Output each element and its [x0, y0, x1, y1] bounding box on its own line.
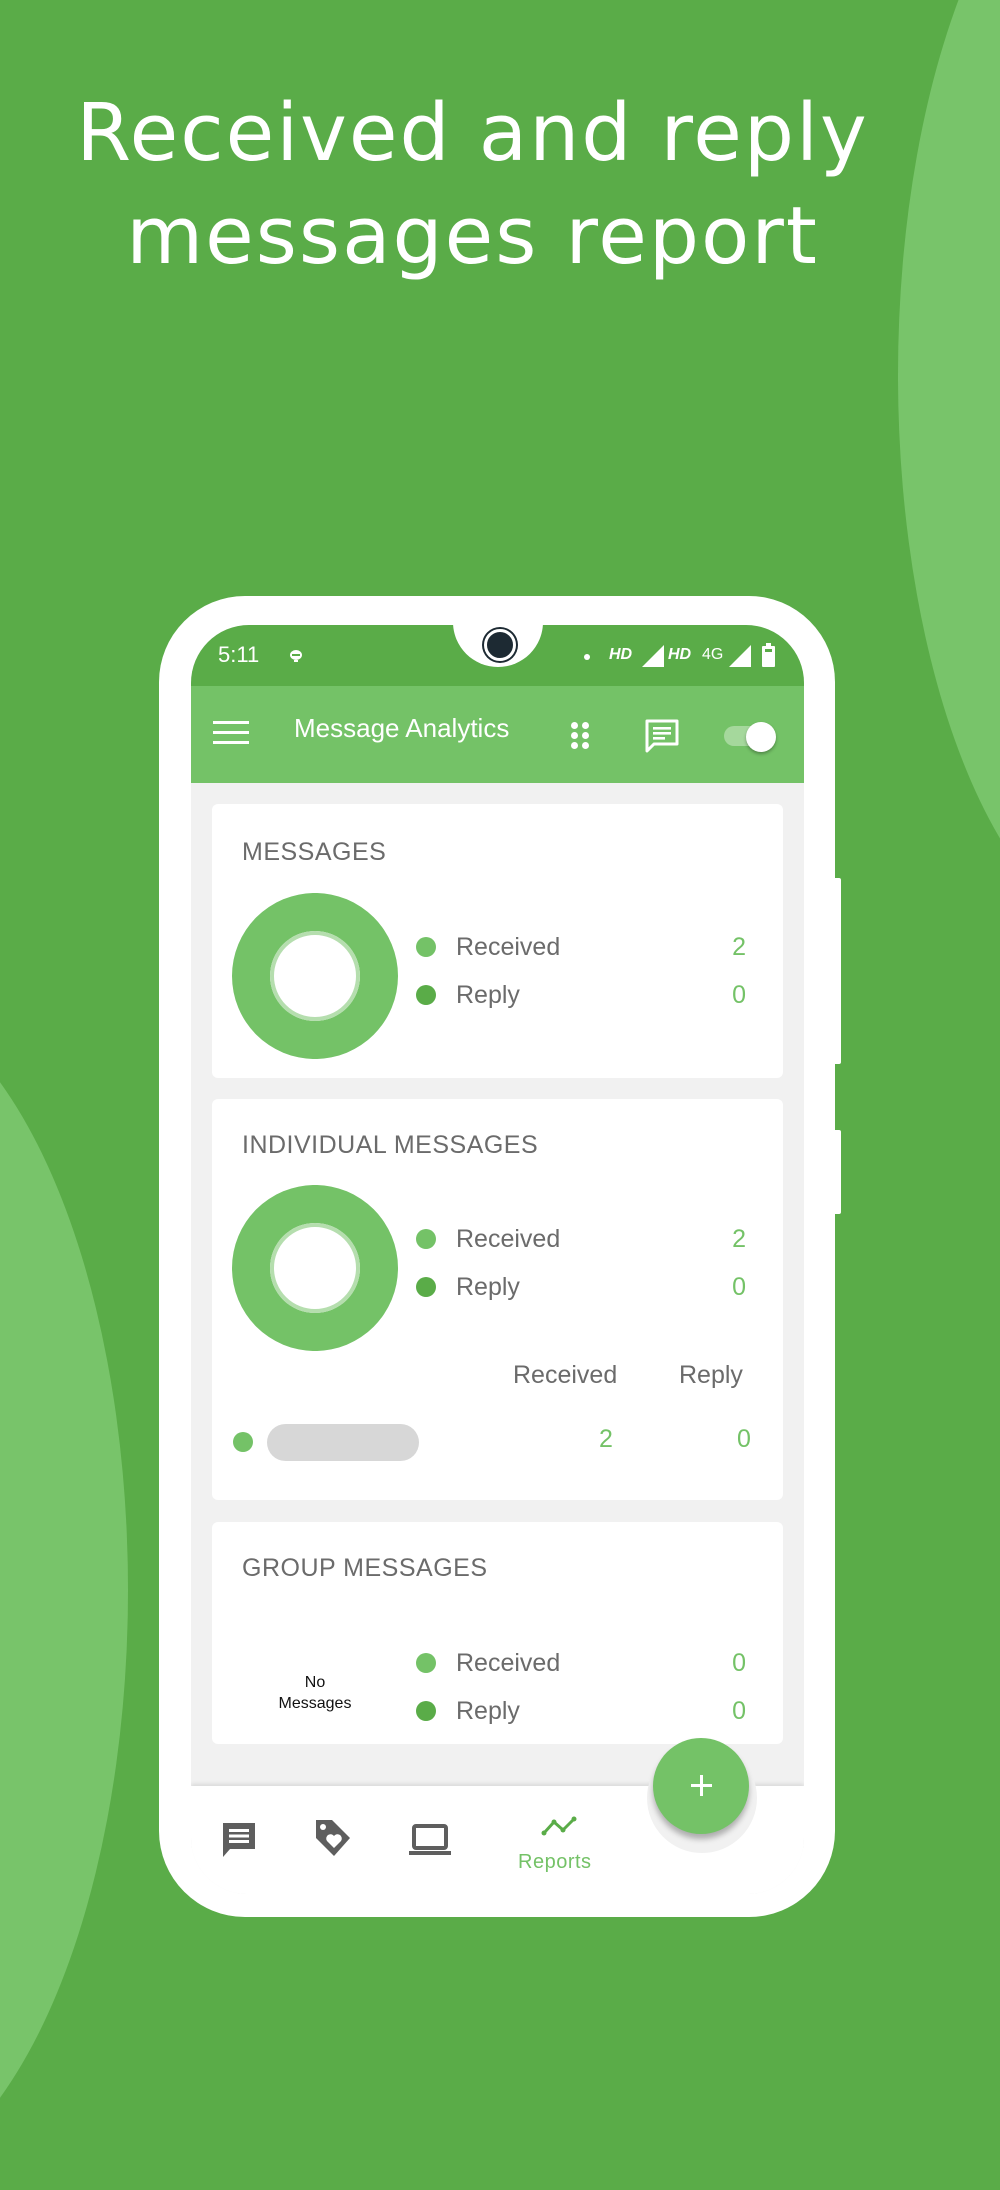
legend-label: Received — [456, 1649, 561, 1677]
reply-legend-dot — [416, 1701, 436, 1721]
reply-legend-dot — [416, 985, 436, 1005]
laptop-icon[interactable] — [409, 1824, 451, 1856]
contact-name-redacted — [267, 1424, 419, 1461]
legend-label: Received — [456, 1225, 561, 1253]
messages-donut-chart — [232, 893, 398, 1059]
network-hd-label: HD — [668, 646, 692, 663]
contact-status-dot — [233, 1432, 253, 1452]
individual-messages-card: INDIVIDUAL MESSAGES Received 2 Reply 0 R… — [212, 1099, 783, 1500]
signal-icon — [729, 645, 751, 667]
legend-row-received: Received 0 — [416, 1649, 746, 1679]
trending-icon[interactable] — [541, 1816, 577, 1836]
app-title: Message Analytics — [294, 713, 510, 743]
legend-label: Reply — [456, 981, 520, 1009]
network-hd-label: HD — [609, 646, 633, 663]
legend-label: Reply — [456, 1273, 520, 1301]
headline-line-1: Received and reply — [76, 87, 869, 179]
donut-hole — [270, 1223, 360, 1313]
legend-value: 0 — [732, 1273, 746, 1301]
column-header-reply: Reply — [679, 1361, 743, 1389]
row-received-value: 2 — [599, 1425, 613, 1453]
legend-row-reply: Reply 0 — [416, 1697, 746, 1727]
messages-card: MESSAGES Received 2 Reply 0 — [212, 804, 783, 1078]
message-icon[interactable] — [644, 718, 680, 754]
group-messages-card: GROUP MESSAGES No Messages Received 0 Re… — [212, 1522, 783, 1744]
legend-value: 0 — [732, 981, 746, 1009]
plus-icon — [691, 1775, 712, 1796]
legend-row-received: Received 2 — [416, 933, 746, 963]
add-button[interactable] — [653, 1738, 749, 1834]
legend-row-reply: Reply 0 — [416, 1273, 746, 1303]
status-time: 5:11 — [218, 642, 260, 667]
card-title: GROUP MESSAGES — [242, 1554, 488, 1582]
headline-line-2: messages report — [126, 190, 819, 282]
status-dot-icon — [584, 654, 590, 660]
received-legend-dot — [416, 937, 436, 957]
card-title: MESSAGES — [242, 838, 387, 866]
signal-icon — [642, 645, 664, 667]
tag-heart-icon[interactable] — [314, 1818, 352, 1858]
individual-donut-chart — [232, 1185, 398, 1351]
legend-label: Received — [456, 933, 561, 961]
card-title: INDIVIDUAL MESSAGES — [242, 1131, 539, 1159]
battery-icon — [762, 643, 775, 667]
no-messages-label: No Messages — [278, 1674, 352, 1712]
row-reply-value: 0 — [737, 1425, 751, 1453]
donut-hole — [270, 931, 360, 1021]
toggle-switch[interactable] — [724, 722, 776, 752]
chat-icon[interactable] — [221, 1821, 257, 1859]
nav-item-reports[interactable]: Reports — [518, 1851, 592, 1874]
app-bar: Message Analytics — [191, 686, 804, 783]
legend-label: Reply — [456, 1697, 520, 1725]
phone-screen: 5:11 HD HD 4G Message Analytics MESSAGES… — [191, 625, 804, 1894]
legend-value: 2 — [732, 933, 746, 961]
reply-legend-dot — [416, 1277, 436, 1297]
apps-grid-icon[interactable] — [571, 722, 591, 750]
received-legend-dot — [416, 1653, 436, 1673]
background-shape — [0, 990, 128, 2190]
menu-icon[interactable] — [213, 721, 249, 745]
column-header-received: Received — [513, 1361, 618, 1389]
status-bar: 5:11 HD HD 4G — [191, 625, 804, 686]
network-4g-label: 4G — [702, 646, 724, 663]
notification-icon — [290, 650, 302, 662]
legend-value: 0 — [732, 1697, 746, 1725]
legend-row-received: Received 2 — [416, 1225, 746, 1255]
headline: Received and reply messages report — [0, 82, 945, 288]
legend-value: 2 — [732, 1225, 746, 1253]
front-camera — [484, 629, 516, 661]
legend-row-reply: Reply 0 — [416, 981, 746, 1011]
legend-value: 0 — [732, 1649, 746, 1677]
received-legend-dot — [416, 1229, 436, 1249]
